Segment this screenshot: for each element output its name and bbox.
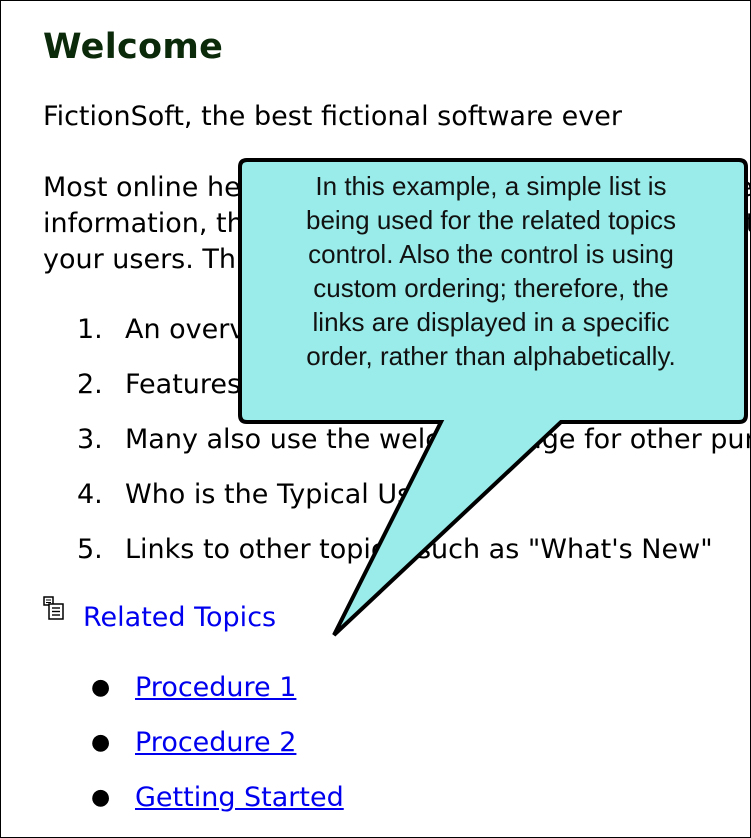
callout-line: control. Also the control is using (308, 239, 674, 269)
callout-line: In this example, a simple list is (315, 171, 667, 201)
callout-line: links are displayed in a specific (312, 307, 670, 337)
callout-line: order, rather than alphabetically. (306, 341, 676, 371)
callout-shape (238, 158, 748, 637)
callout-line: custom ordering; therefore, the (313, 273, 669, 303)
callout-line: being used for the related topics (305, 205, 677, 235)
callout-annotation: In this example, a simple list is being … (241, 169, 741, 373)
help-topic-page: Welcome FictionSoft, the best fictional … (0, 0, 751, 838)
